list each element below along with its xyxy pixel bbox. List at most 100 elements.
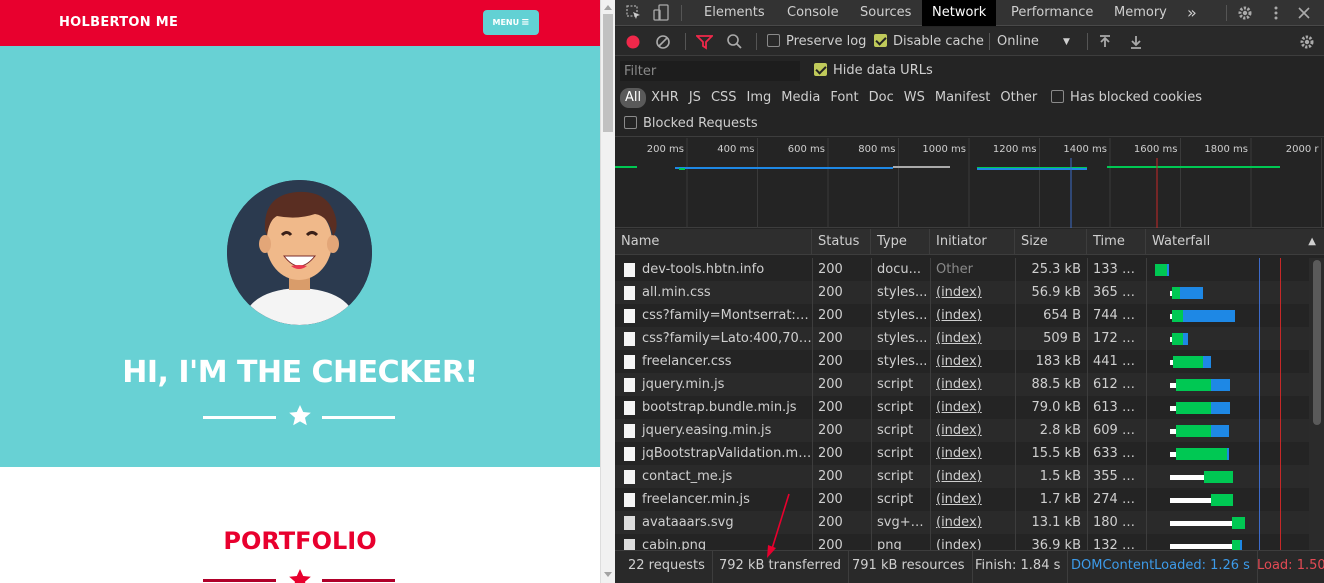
network-overview-timeline[interactable]: 200 ms 400 ms 600 ms 800 ms 1000 ms 1200 ms 14… — [615, 138, 1324, 228]
checkbox-checked[interactable] — [874, 34, 887, 47]
request-row[interactable]: dev-tools.hbtn.info 200 docu... Other 25.3 k… — [615, 258, 1309, 281]
tab-network[interactable]: Network — [922, 0, 997, 26]
request-row[interactable]: css?family=Lato:400,700,... 200 styles...(… — [615, 327, 1309, 350]
requests-table-header: Name Status Type Initiator Size Time Wat… — [615, 229, 1324, 255]
request-row[interactable]: css?family=Montserrat:4... 200 styles... (i… — [615, 304, 1309, 327]
type-filter-ws[interactable]: WS — [899, 88, 930, 108]
summary-finish: Finish: 1.84 s — [968, 551, 1069, 583]
waterfall-cell — [1146, 327, 1309, 350]
tab-elements[interactable]: Elements — [694, 0, 775, 26]
devtools-tabbar: Elements Console Sources Network Perform… — [615, 0, 1324, 26]
type-filter-img[interactable]: Img — [742, 88, 777, 108]
tab-performance[interactable]: Performance — [1001, 0, 1103, 26]
column-header-status[interactable]: Status — [812, 229, 871, 255]
request-time: 441 ms — [1093, 354, 1142, 369]
column-header-size[interactable]: Size — [1015, 229, 1087, 255]
column-header-time[interactable]: Time — [1087, 229, 1146, 255]
overview-activity-bar — [675, 167, 893, 169]
menu-button[interactable]: MENU ≡ — [483, 10, 539, 35]
request-time: 613 ms — [1093, 400, 1142, 415]
type-filter-xhr[interactable]: XHR — [646, 88, 684, 108]
request-time: 274 ms — [1093, 492, 1142, 507]
type-filter-css[interactable]: CSS — [706, 88, 742, 108]
checkbox-unchecked[interactable] — [624, 116, 637, 129]
scroll-thumb[interactable] — [603, 14, 613, 132]
blocked-requests-checkbox[interactable]: Blocked Requests — [624, 116, 758, 131]
scroll-up-icon[interactable] — [604, 5, 612, 10]
request-row[interactable]: cabin.png 200 png (index) 36.9 kB 132 ms — [615, 534, 1309, 550]
type-filter-manifest[interactable]: Manifest — [930, 88, 995, 108]
type-filter-all[interactable]: All — [620, 88, 647, 108]
throttling-select[interactable]: Online ▼ — [997, 33, 1077, 51]
request-initiator[interactable]: (index) — [930, 419, 1015, 442]
load-marker — [1280, 281, 1281, 304]
hide-data-urls-checkbox[interactable]: Hide data URLs — [814, 63, 933, 78]
type-filter-js[interactable]: JS — [684, 88, 706, 108]
request-initiator[interactable]: (index) — [930, 442, 1015, 465]
kebab-menu-icon[interactable] — [1267, 4, 1285, 22]
column-separator — [871, 488, 872, 511]
request-initiator[interactable]: (index) — [930, 534, 1015, 550]
request-initiator[interactable]: (index) — [930, 511, 1015, 534]
type-filter-doc[interactable]: Doc — [864, 88, 899, 108]
request-row[interactable]: jquery.easing.min.js 200 script (index) 2.8 … — [615, 419, 1309, 442]
clear-icon[interactable] — [655, 34, 671, 50]
filter-icon[interactable] — [696, 34, 713, 50]
request-initiator[interactable]: (index) — [930, 350, 1015, 373]
type-filter-media[interactable]: Media — [776, 88, 825, 108]
record-icon[interactable] — [625, 34, 641, 50]
column-header-name[interactable]: Name — [615, 229, 812, 255]
tab-console[interactable]: Console — [777, 0, 849, 26]
checkbox-unchecked[interactable] — [1051, 90, 1064, 103]
request-row[interactable]: jqBootstrapValidation.mi... 200 script (ind… — [615, 442, 1309, 465]
request-row[interactable]: bootstrap.bundle.min.js 200 script (index) 7… — [615, 396, 1309, 419]
request-row[interactable]: avataaars.svg 200 svg+xml (index) 13.1 kB 180… — [615, 511, 1309, 534]
request-initiator[interactable]: (index) — [930, 488, 1015, 511]
export-har-icon[interactable] — [1128, 34, 1144, 50]
column-header-initiator[interactable]: Initiator — [930, 229, 1015, 255]
request-row[interactable]: all.min.css 200 styles... (index) 56.9 kB 365… — [615, 281, 1309, 304]
site-scrollbar[interactable] — [600, 0, 615, 583]
scroll-thumb[interactable] — [1313, 260, 1321, 425]
requests-scrollbar[interactable] — [1309, 258, 1324, 550]
request-initiator[interactable]: (index) — [930, 281, 1015, 304]
more-tabs-icon[interactable]: » — [1177, 0, 1207, 26]
request-initiator[interactable]: (index) — [930, 327, 1015, 350]
site-brand[interactable]: HOLBERTON ME — [59, 15, 178, 30]
request-initiator[interactable]: (index) — [930, 396, 1015, 419]
divider-line-right — [322, 416, 395, 419]
inspect-element-icon[interactable] — [625, 4, 643, 22]
checkbox-unchecked[interactable] — [767, 34, 780, 47]
network-settings-icon[interactable] — [1298, 33, 1316, 51]
request-row[interactable]: freelancer.css 200 styles... (index) 183 kB 4… — [615, 350, 1309, 373]
request-initiator[interactable]: (index) — [930, 304, 1015, 327]
tab-sources[interactable]: Sources — [850, 0, 921, 26]
settings-gear-icon[interactable] — [1236, 4, 1254, 22]
type-filter-other[interactable]: Other — [995, 88, 1042, 108]
column-header-type[interactable]: Type — [871, 229, 930, 255]
disable-cache-checkbox[interactable]: Disable cache — [874, 33, 984, 51]
request-row[interactable]: freelancer.min.js 200 script (index) 1.7 kB 2… — [615, 488, 1309, 511]
import-har-icon[interactable] — [1097, 34, 1113, 50]
request-type: svg+xml — [877, 515, 930, 530]
type-filter-font[interactable]: Font — [825, 88, 863, 108]
tab-memory[interactable]: Memory — [1104, 0, 1177, 26]
request-row[interactable]: contact_me.js 200 script (index) 1.5 kB 355 m… — [615, 465, 1309, 488]
request-type: script — [877, 400, 914, 415]
request-initiator[interactable]: (index) — [930, 465, 1015, 488]
request-time: 180 ms — [1093, 515, 1142, 530]
has-blocked-cookies-checkbox[interactable]: Has blocked cookies — [1051, 90, 1202, 105]
search-icon[interactable] — [726, 33, 743, 50]
filter-input[interactable] — [620, 61, 800, 81]
column-separator — [871, 511, 872, 534]
request-row[interactable]: jquery.min.js 200 script (index) 88.5 kB 612 … — [615, 373, 1309, 396]
column-header-waterfall[interactable]: Waterfall ▲ — [1146, 229, 1324, 255]
scroll-down-icon[interactable] — [604, 572, 612, 577]
tab-separator — [681, 5, 682, 21]
checkbox-checked[interactable] — [814, 63, 827, 76]
device-toolbar-icon[interactable] — [653, 4, 671, 22]
close-icon[interactable] — [1295, 4, 1313, 22]
request-initiator[interactable]: (index) — [930, 373, 1015, 396]
preserve-log-checkbox[interactable]: Preserve log — [767, 33, 866, 51]
column-separator — [812, 419, 813, 442]
